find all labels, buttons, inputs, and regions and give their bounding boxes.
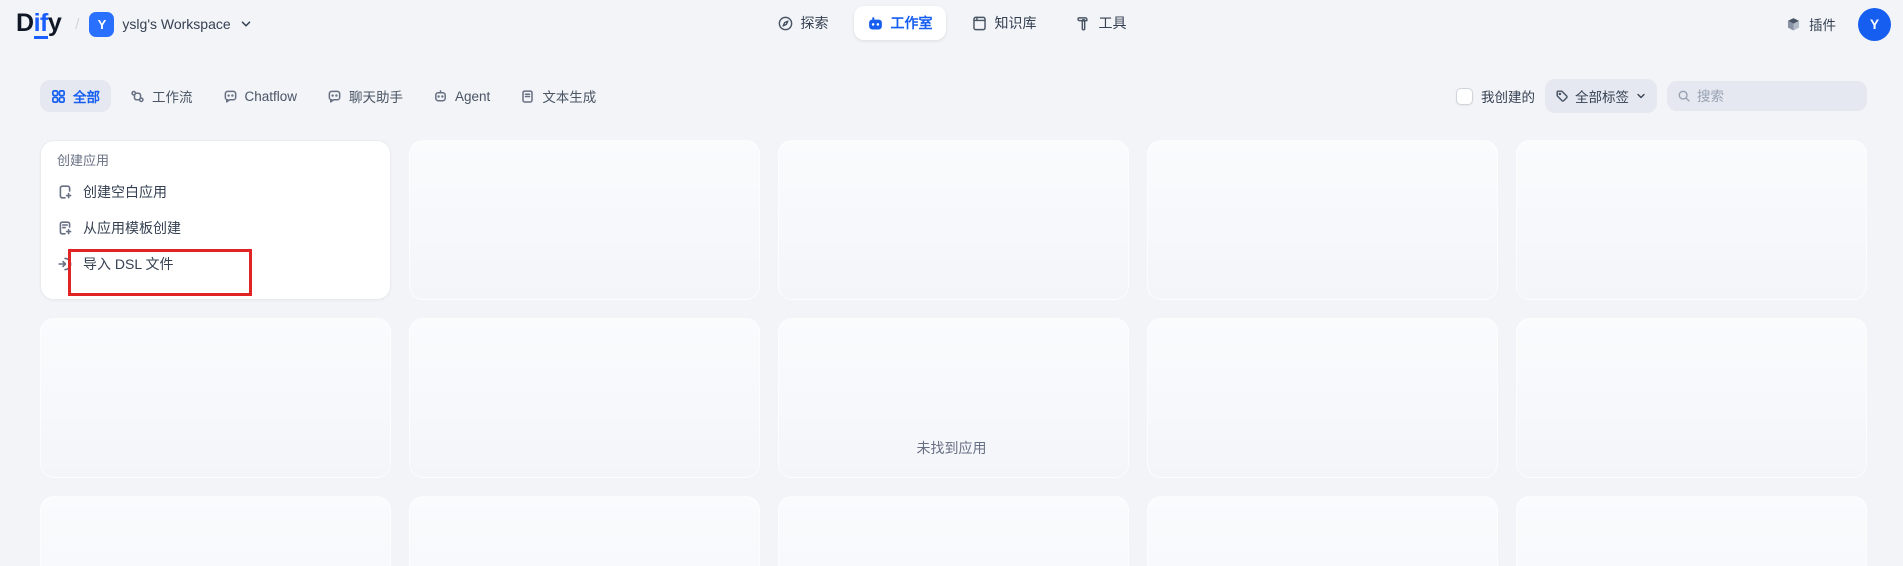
header-right: 插件 Y: [1777, 0, 1891, 48]
top-header: Dify / Y yslg's Workspace 探索: [0, 0, 1903, 48]
text-generation-icon: [520, 89, 535, 104]
dify-logo[interactable]: Dify: [16, 9, 61, 39]
logo-d: D: [16, 9, 34, 38]
tab-agent[interactable]: Agent: [422, 83, 501, 110]
nav-tools-label: 工具: [1099, 13, 1127, 33]
breadcrumb-separator: /: [75, 16, 79, 33]
tab-workflow[interactable]: 工作流: [119, 80, 204, 112]
create-from-template-button[interactable]: 从应用模板创建: [57, 213, 374, 243]
filter-row: 全部 工作流 Chatflow 聊天助手: [40, 80, 1867, 112]
nav-tools[interactable]: 工具: [1062, 6, 1140, 40]
create-from-template-label: 从应用模板创建: [83, 218, 181, 238]
created-by-me-label: 我创建的: [1481, 86, 1535, 106]
nav-knowledge-label: 知识库: [995, 13, 1037, 33]
logo-y: y: [48, 9, 61, 38]
placeholder-card: [1147, 496, 1498, 566]
tag-filter-dropdown[interactable]: 全部标签: [1545, 79, 1657, 113]
create-blank-app-icon: [57, 184, 73, 200]
studio-icon: [867, 15, 884, 32]
search-icon: [1677, 89, 1691, 103]
chevron-down-icon: [1635, 90, 1647, 102]
chevron-down-icon: [239, 17, 253, 31]
tab-chat-assistant[interactable]: 聊天助手: [316, 80, 414, 112]
tools-icon: [1075, 15, 1092, 32]
chat-assistant-icon: [327, 89, 342, 104]
placeholder-card: [778, 140, 1129, 300]
agent-icon: [433, 89, 448, 104]
tab-agent-label: Agent: [455, 89, 490, 104]
header-left: Dify / Y yslg's Workspace: [16, 0, 253, 48]
create-app-card: 创建应用 创建空白应用 从应用模板创建: [40, 140, 391, 300]
tab-chatflow[interactable]: Chatflow: [212, 83, 309, 110]
import-dsl-button[interactable]: 导入 DSL 文件: [57, 249, 374, 279]
empty-state-message: 未找到应用: [0, 438, 1903, 458]
plugins-label: 插件: [1809, 14, 1836, 34]
tag-filter-label: 全部标签: [1575, 86, 1629, 106]
app-type-tabs: 全部 工作流 Chatflow 聊天助手: [40, 80, 607, 112]
tag-icon: [1555, 89, 1569, 103]
plugins-icon: [1785, 16, 1802, 33]
chatflow-icon: [223, 89, 238, 104]
create-from-template-icon: [57, 220, 73, 236]
filter-right: 我创建的 全部标签: [1456, 79, 1867, 113]
nav-explore-label: 探索: [801, 13, 829, 33]
user-avatar[interactable]: Y: [1858, 8, 1891, 41]
create-app-card-title: 创建应用: [57, 153, 374, 169]
search-box[interactable]: [1667, 81, 1867, 111]
import-dsl-label: 导入 DSL 文件: [83, 254, 174, 274]
placeholder-card: [40, 496, 391, 566]
workspace-name: yslg's Workspace: [122, 16, 230, 32]
main-nav: 探索 工作室 知识库 工具: [764, 6, 1140, 40]
created-by-me-filter[interactable]: 我创建的: [1456, 86, 1535, 106]
workspace-avatar: Y: [89, 12, 114, 37]
app-grid: 创建应用 创建空白应用 从应用模板创建: [40, 140, 1867, 566]
workspace-selector[interactable]: Y yslg's Workspace: [89, 12, 252, 37]
explore-icon: [777, 15, 794, 32]
nav-studio[interactable]: 工作室: [854, 6, 946, 40]
logo-if: if: [34, 12, 48, 39]
nav-studio-label: 工作室: [891, 13, 933, 33]
tab-all-label: 全部: [73, 86, 100, 106]
nav-knowledge[interactable]: 知识库: [958, 6, 1050, 40]
placeholder-card: [778, 496, 1129, 566]
placeholder-card: [1147, 140, 1498, 300]
tab-text-generation[interactable]: 文本生成: [509, 80, 607, 112]
tab-text-generation-label: 文本生成: [542, 86, 596, 106]
create-blank-app-label: 创建空白应用: [83, 182, 167, 202]
placeholder-card: [1516, 140, 1867, 300]
grid-icon: [51, 89, 66, 104]
knowledge-icon: [971, 15, 988, 32]
placeholder-card: [409, 140, 760, 300]
placeholder-card: [1516, 496, 1867, 566]
dify-studio-page: Dify / Y yslg's Workspace 探索: [0, 0, 1903, 566]
create-blank-app-button[interactable]: 创建空白应用: [57, 177, 374, 207]
workflow-icon: [130, 89, 145, 104]
tab-all[interactable]: 全部: [40, 80, 111, 112]
tab-chat-assistant-label: 聊天助手: [349, 86, 403, 106]
placeholder-card: [409, 496, 760, 566]
plugins-button[interactable]: 插件: [1777, 8, 1844, 40]
created-by-me-checkbox[interactable]: [1456, 88, 1473, 105]
nav-explore[interactable]: 探索: [764, 6, 842, 40]
search-input[interactable]: [1697, 89, 1857, 104]
tab-chatflow-label: Chatflow: [245, 89, 298, 104]
tab-workflow-label: 工作流: [152, 86, 193, 106]
import-dsl-icon: [57, 256, 73, 272]
